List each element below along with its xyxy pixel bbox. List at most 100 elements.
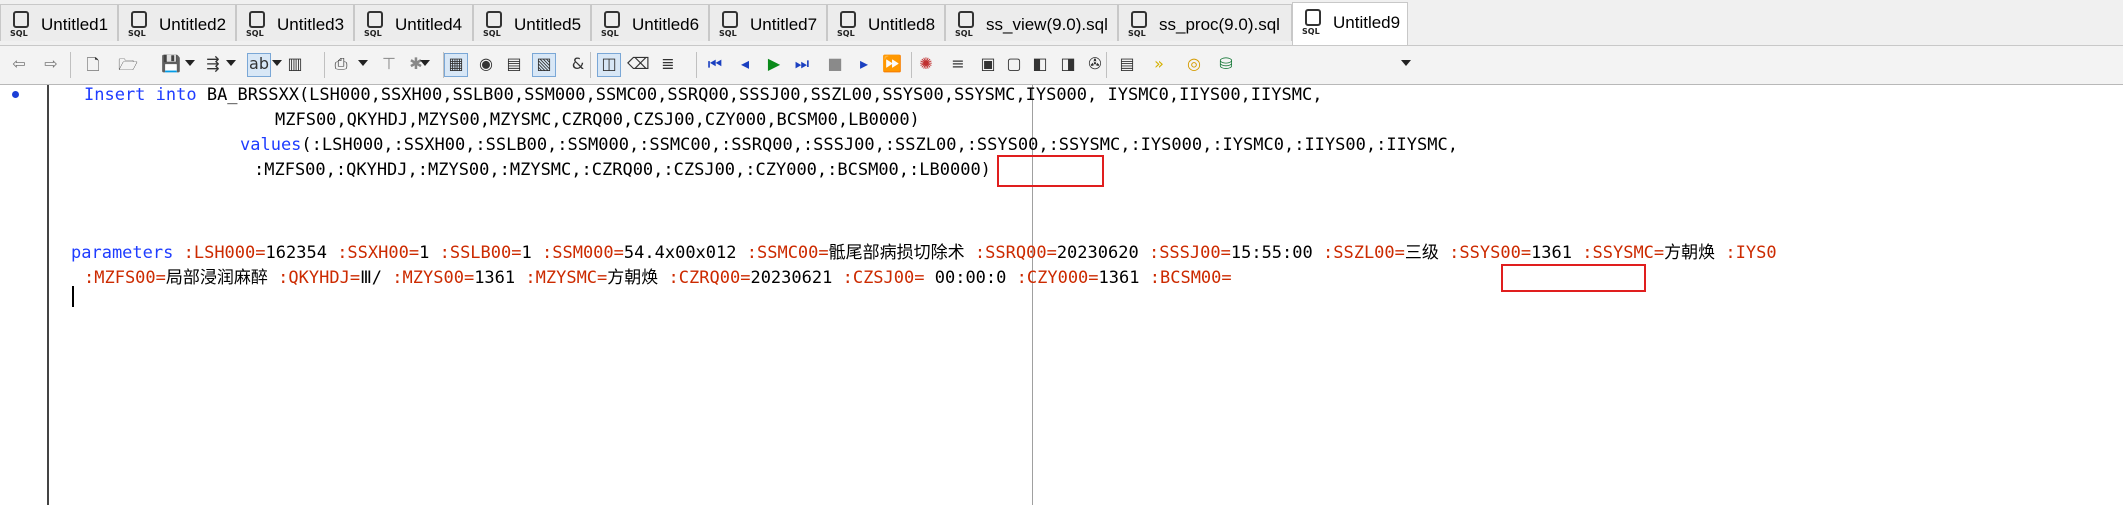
tab-ss-proc-9-0-sql[interactable]: SQL ss_proc(9.0).sql <box>1118 4 1292 41</box>
fast-forward-icon[interactable]: » <box>1148 54 1170 76</box>
run-to-cursor-icon[interactable]: ⏭ <box>791 54 813 76</box>
param-name: :SSYSMC <box>1582 243 1654 263</box>
param-name: :SSSJ00 <box>1148 243 1221 263</box>
print-icon[interactable]: ⎙ <box>330 54 352 76</box>
param-name: :CZRQ00 <box>668 268 741 288</box>
text-mode-icon-glyph: ab <box>249 54 269 73</box>
equals-sign: = <box>613 243 624 263</box>
chevron-down-icon[interactable] <box>185 60 195 66</box>
database-icon[interactable]: ⛁ <box>1215 54 1237 76</box>
forward-arrow-icon[interactable]: ⇨ <box>40 54 62 76</box>
prev-record-icon[interactable]: ◂ <box>734 54 756 76</box>
stop-icon[interactable]: ■ <box>824 54 846 76</box>
text-mode-icon[interactable]: ab <box>247 53 271 77</box>
bookmark-icon[interactable]: ▣ <box>977 54 999 76</box>
query-builder-icon-glyph: ▦ <box>448 54 464 73</box>
tab-ss-view-9-0-sql[interactable]: SQL ss_view(9.0).sql <box>945 4 1118 41</box>
scroll-shape <box>486 11 502 28</box>
chevron-down-icon[interactable] <box>226 60 236 66</box>
sql-file-icon: SQL <box>719 11 741 39</box>
first-record-icon[interactable]: ⏮ <box>704 54 726 76</box>
query-builder-icon[interactable]: ▦ <box>444 53 468 77</box>
ampersand-icon-glyph: & <box>571 54 585 73</box>
scroll-shape <box>1305 9 1321 26</box>
param-value: 1361 <box>1531 243 1573 263</box>
chevron-down-icon[interactable] <box>1401 60 1411 66</box>
uncomment-icon[interactable]: ⌫ <box>627 54 650 76</box>
tab-untitled2[interactable]: SQL Untitled2 <box>118 4 236 41</box>
open-file-icon[interactable]: 🗁 <box>117 54 139 76</box>
sql-line-3-text: (:LSH000,:SSXH00,:SSLB00,:SSM000,:SSMC00… <box>301 135 1458 155</box>
comment-icon-glyph: ◫ <box>601 54 617 73</box>
step-over-icon[interactable]: ⏩ <box>881 54 903 76</box>
plugin-icon[interactable]: ✇ <box>1084 54 1106 76</box>
sql-file-icon: SQL <box>10 11 32 39</box>
tab-untitled4[interactable]: SQL Untitled4 <box>354 4 473 41</box>
tab-untitled3[interactable]: SQL Untitled3 <box>236 4 354 41</box>
param-name: :MZYSMC <box>525 268 598 288</box>
ampersand-icon[interactable]: & <box>567 54 589 76</box>
scroll-shape <box>958 11 974 28</box>
prev-bookmark-icon-glyph: ◧ <box>1032 54 1048 73</box>
param-value: 20230620 <box>1056 243 1139 263</box>
execute-icon[interactable]: ▤ <box>503 54 525 76</box>
param-value: 1361 <box>474 268 516 288</box>
tab-untitled1[interactable]: SQL Untitled1 <box>0 4 118 41</box>
save-as-icon[interactable]: ⇶ <box>202 54 224 76</box>
toggle-bookmark-icon[interactable]: ▢ <box>1003 54 1025 76</box>
param-value: 骶尾部病损切除术 <box>828 243 965 263</box>
next-bookmark-icon[interactable]: ◨ <box>1057 54 1079 76</box>
param-name: :SSZL00 <box>1323 243 1395 263</box>
toolbar-separator <box>1106 52 1107 78</box>
param-value: 20230621 <box>750 268 833 288</box>
chevron-down-icon[interactable] <box>420 60 430 66</box>
chevron-down-icon[interactable] <box>272 60 282 66</box>
indent-icon[interactable]: ≣ <box>657 54 679 76</box>
main-toolbar: ⇦ ⇨ 🗋 🗁 💾 ⇶ ab ▥ ⎙ ⊤ ✱ ▦ ◉ ▤ ▧ & ◫ ⌫ ≣ ⏮ ◂ ▶ ⏭ ■ ▸ ⏩ ✺ ≡ ▣ ▢ ◧ ◨ ✇ ▤» ◎ ⛁ <box>0 46 2123 85</box>
param-value: 三级 <box>1404 243 1439 263</box>
param-name: :SSM000 <box>542 243 614 263</box>
step-into-icon[interactable]: ▸ <box>853 54 875 76</box>
sql-icon-text: SQL <box>246 29 264 38</box>
light-bulb-icon[interactable]: ◎ <box>1183 54 1205 76</box>
step-over-icon-glyph: ⏩ <box>882 54 902 73</box>
save-icon[interactable]: 💾 <box>160 54 182 76</box>
tab-untitled7[interactable]: SQL Untitled7 <box>709 4 827 41</box>
param-name: :SSRQ00 <box>974 243 1047 263</box>
run-icon[interactable]: ▶ <box>763 54 785 76</box>
code-assistant-icon[interactable]: ▤ <box>1116 54 1138 76</box>
new-document-icon[interactable]: 🗋 <box>82 54 104 76</box>
sql-icon-text: SQL <box>1128 29 1146 38</box>
columns-icon[interactable]: ▥ <box>284 54 306 76</box>
back-arrow-icon[interactable]: ⇦ <box>8 54 30 76</box>
document-tab-bar: SQL Untitled1 SQL Untitled2 SQL Untitled3 SQL U… <box>0 0 2123 46</box>
debug-icon-glyph: ≡ <box>951 54 965 73</box>
sql-editor[interactable]: Insert into BA_BRSSXX(LSH000,SSXH00,SSLB… <box>0 85 2123 505</box>
describe-icon[interactable]: ▧ <box>532 53 556 77</box>
debug-icon[interactable]: ≡ <box>947 54 969 76</box>
sql-icon-text: SQL <box>1302 27 1320 36</box>
sql-icon-text: SQL <box>128 29 146 38</box>
equals-sign: = <box>1520 243 1532 263</box>
sql-file-icon: SQL <box>246 11 268 39</box>
forward-arrow-icon-glyph: ⇨ <box>44 54 58 73</box>
tab-untitled5[interactable]: SQL Untitled5 <box>473 4 591 41</box>
lb0000-highlight-box <box>997 155 1104 187</box>
comment-icon[interactable]: ◫ <box>597 53 621 77</box>
chevron-down-icon[interactable] <box>358 60 368 66</box>
compile-icon[interactable]: ✺ <box>915 54 937 76</box>
explain-plan-icon[interactable]: ◉ <box>475 54 497 76</box>
tab-untitled9[interactable]: SQL Untitled9 <box>1292 2 1408 45</box>
filter-icon-glyph: ⊤ <box>382 54 396 73</box>
tab-untitled8[interactable]: SQL Untitled8 <box>827 4 945 41</box>
filter-icon[interactable]: ⊤ <box>378 54 400 76</box>
prev-bookmark-icon[interactable]: ◧ <box>1029 54 1051 76</box>
sql-line-2: MZFS00,QKYHDJ,MZYS00,MZYSMC,CZRQ00,CZSJ0… <box>275 110 920 130</box>
scroll-shape <box>249 11 265 28</box>
param-name: :LSH000 <box>183 243 256 263</box>
sql-icon-text: SQL <box>601 29 619 38</box>
run-icon-glyph: ▶ <box>767 54 781 73</box>
sql-line-4: :MZFS00,:QKYHDJ,:MZYS00,:MZYSMC,:CZRQ00,… <box>254 160 991 180</box>
tab-label: Untitled7 <box>750 15 818 34</box>
tab-untitled6[interactable]: SQL Untitled6 <box>591 4 709 41</box>
